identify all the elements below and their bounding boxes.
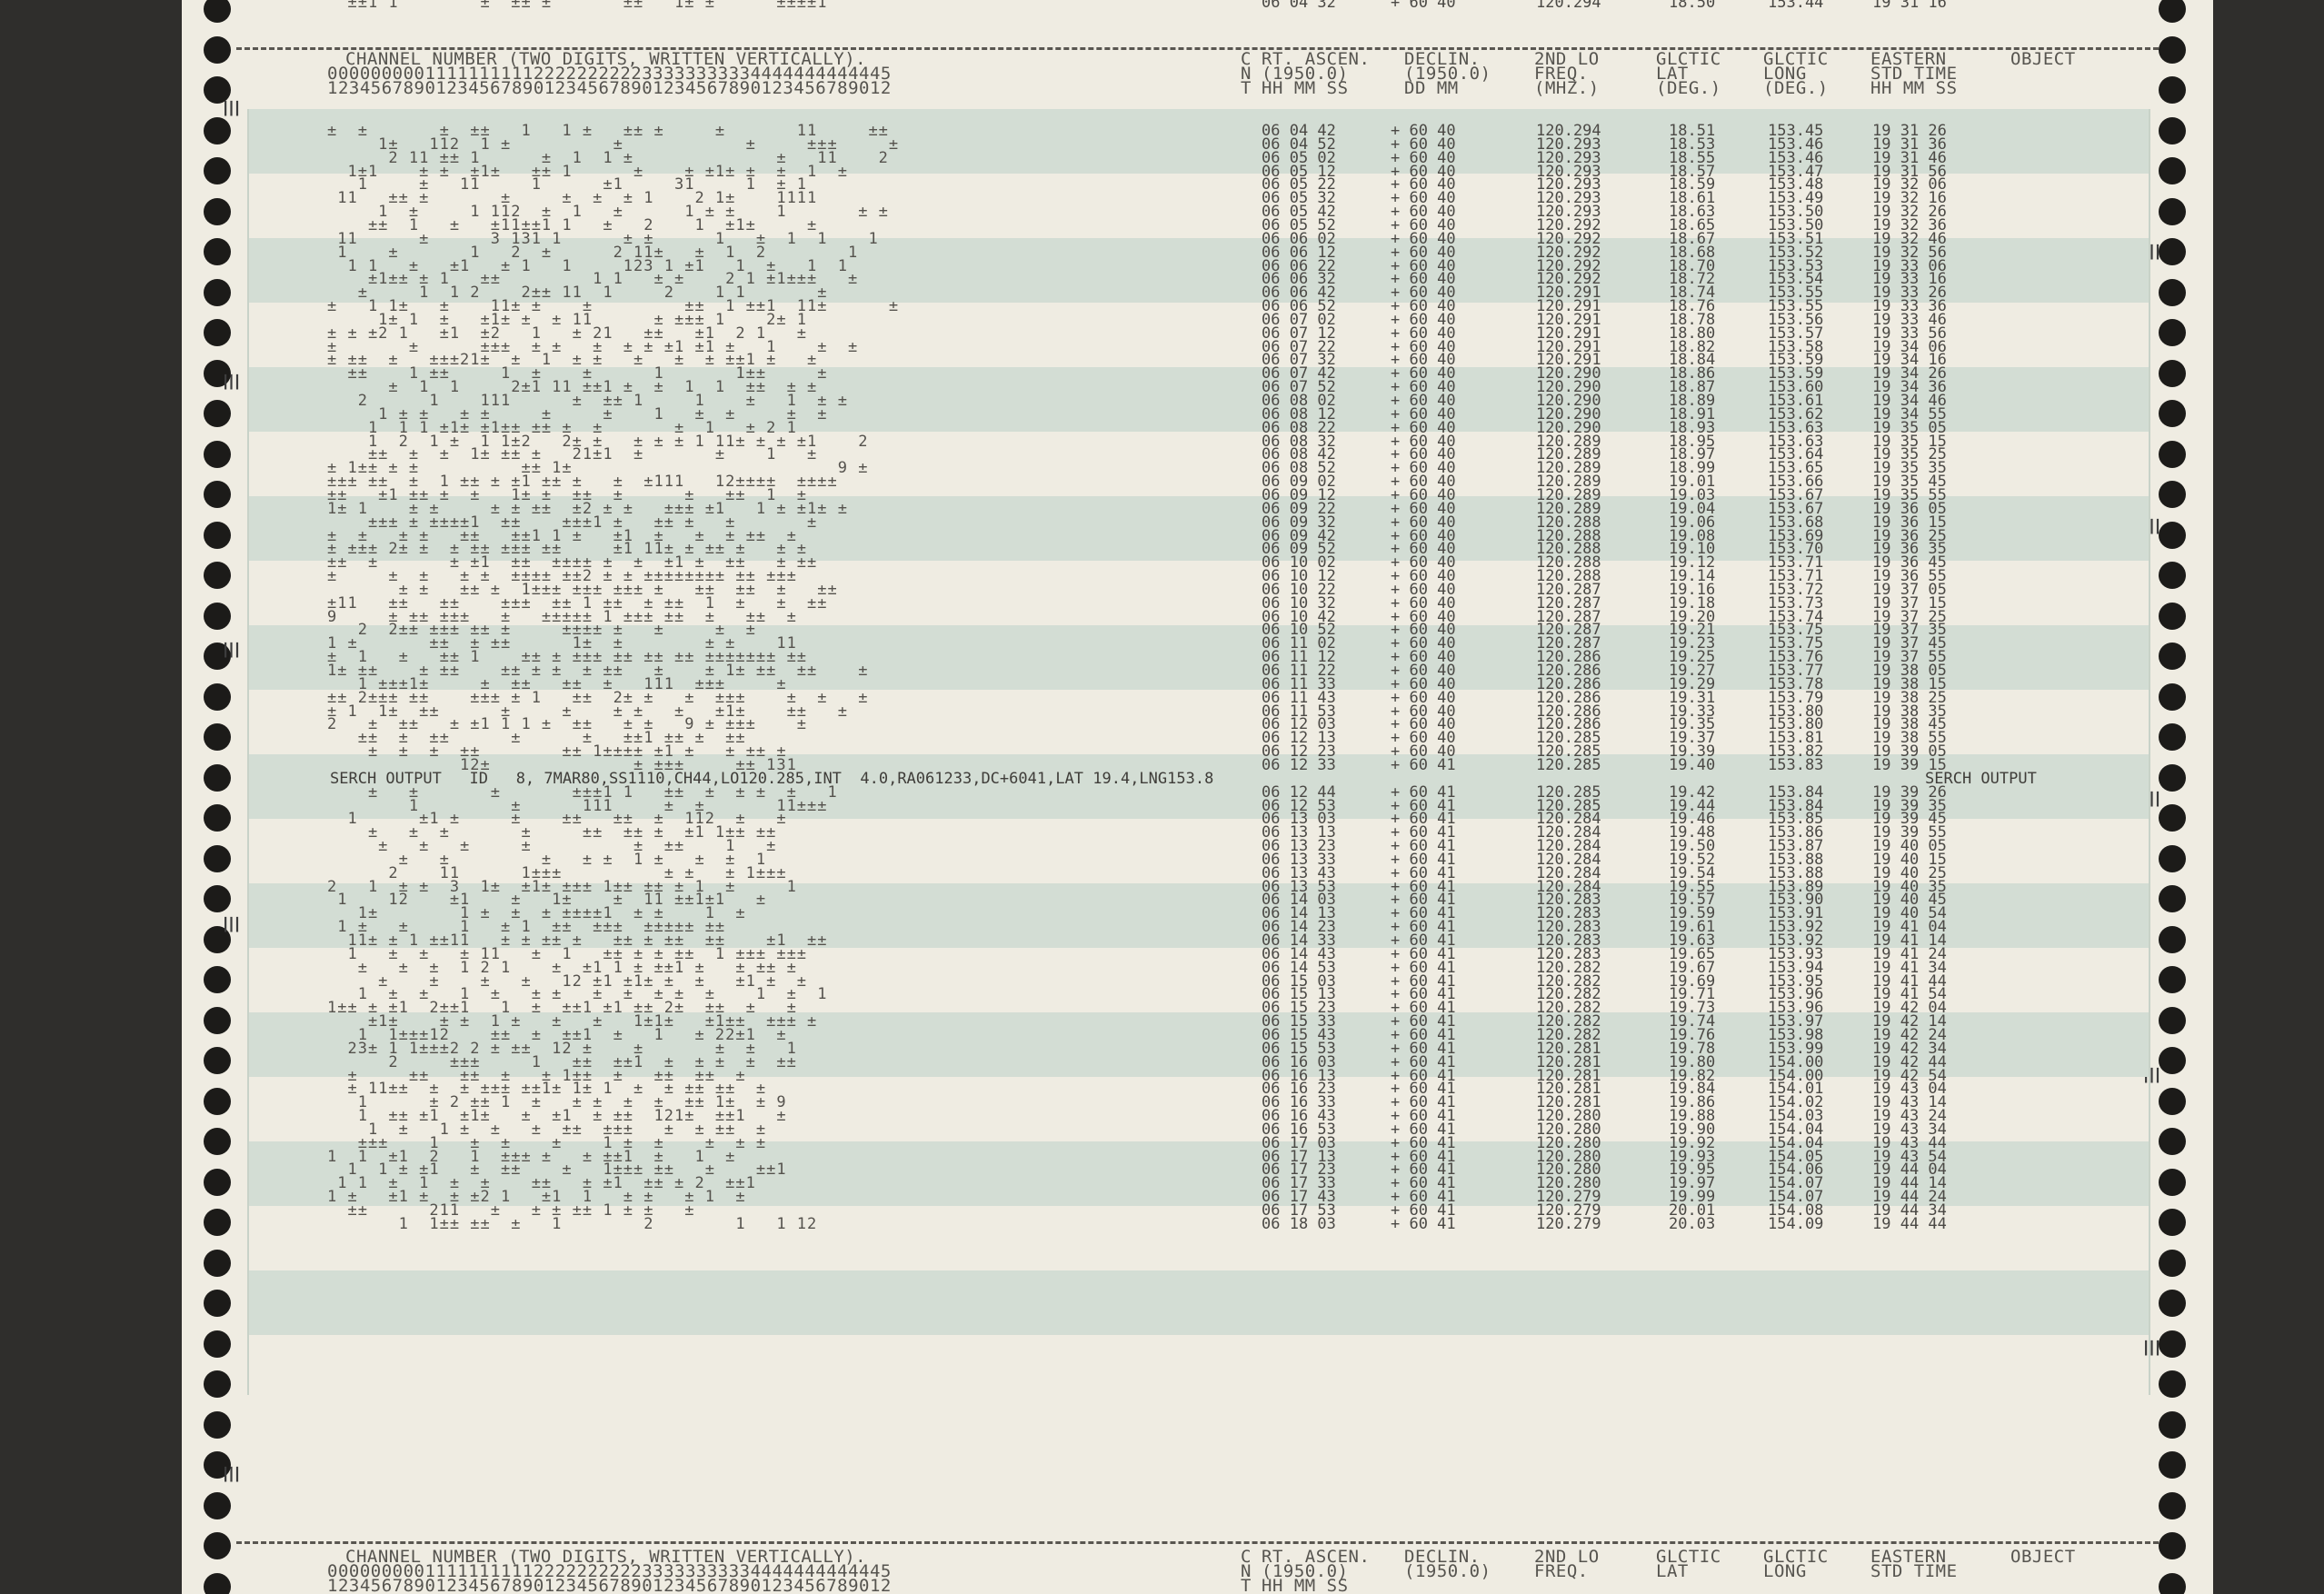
ra-value: 06 18 03: [1262, 1214, 1336, 1233]
data-table: ± ± ± ±± 1 1 ± ±± ± ± 11 ±± 06 04 42 + 60 …: [182, 0, 2213, 1594]
data-row: 1 1±± ±± ± 1 2 1 1 12 06 18 03 + 60 41 120.…: [182, 1214, 2213, 1233]
channel-values: 1 1±± ±± ± 1 2 1 1 12: [327, 1214, 818, 1233]
long-value: 154.09: [1768, 1214, 1824, 1233]
time-value: 19 44 44: [1872, 1214, 1947, 1233]
ra-value: 06 12 33: [1262, 755, 1336, 774]
lat-value: 19.40: [1669, 755, 1716, 774]
long-value: 153.83: [1768, 755, 1824, 774]
printout-sheet: ┃┃┃ ┃┃┃ ┃┃┃ ┃┃┃ ┃┃┃ ┃┃┃ ┃┃┃ ┃┃┃ ┃┃┃ ┃┃┃ CHANNEL …: [182, 0, 2213, 1594]
binder-edge-right: [2210, 0, 2324, 1594]
dec-value: + 60 41: [1391, 1214, 1456, 1233]
freq-value: 120.279: [1536, 1214, 1601, 1233]
binder-edge-left: [0, 0, 191, 1594]
lat-value: 20.03: [1669, 1214, 1716, 1233]
dec-value: + 60 41: [1391, 755, 1456, 774]
freq-value: 120.285: [1536, 755, 1601, 774]
